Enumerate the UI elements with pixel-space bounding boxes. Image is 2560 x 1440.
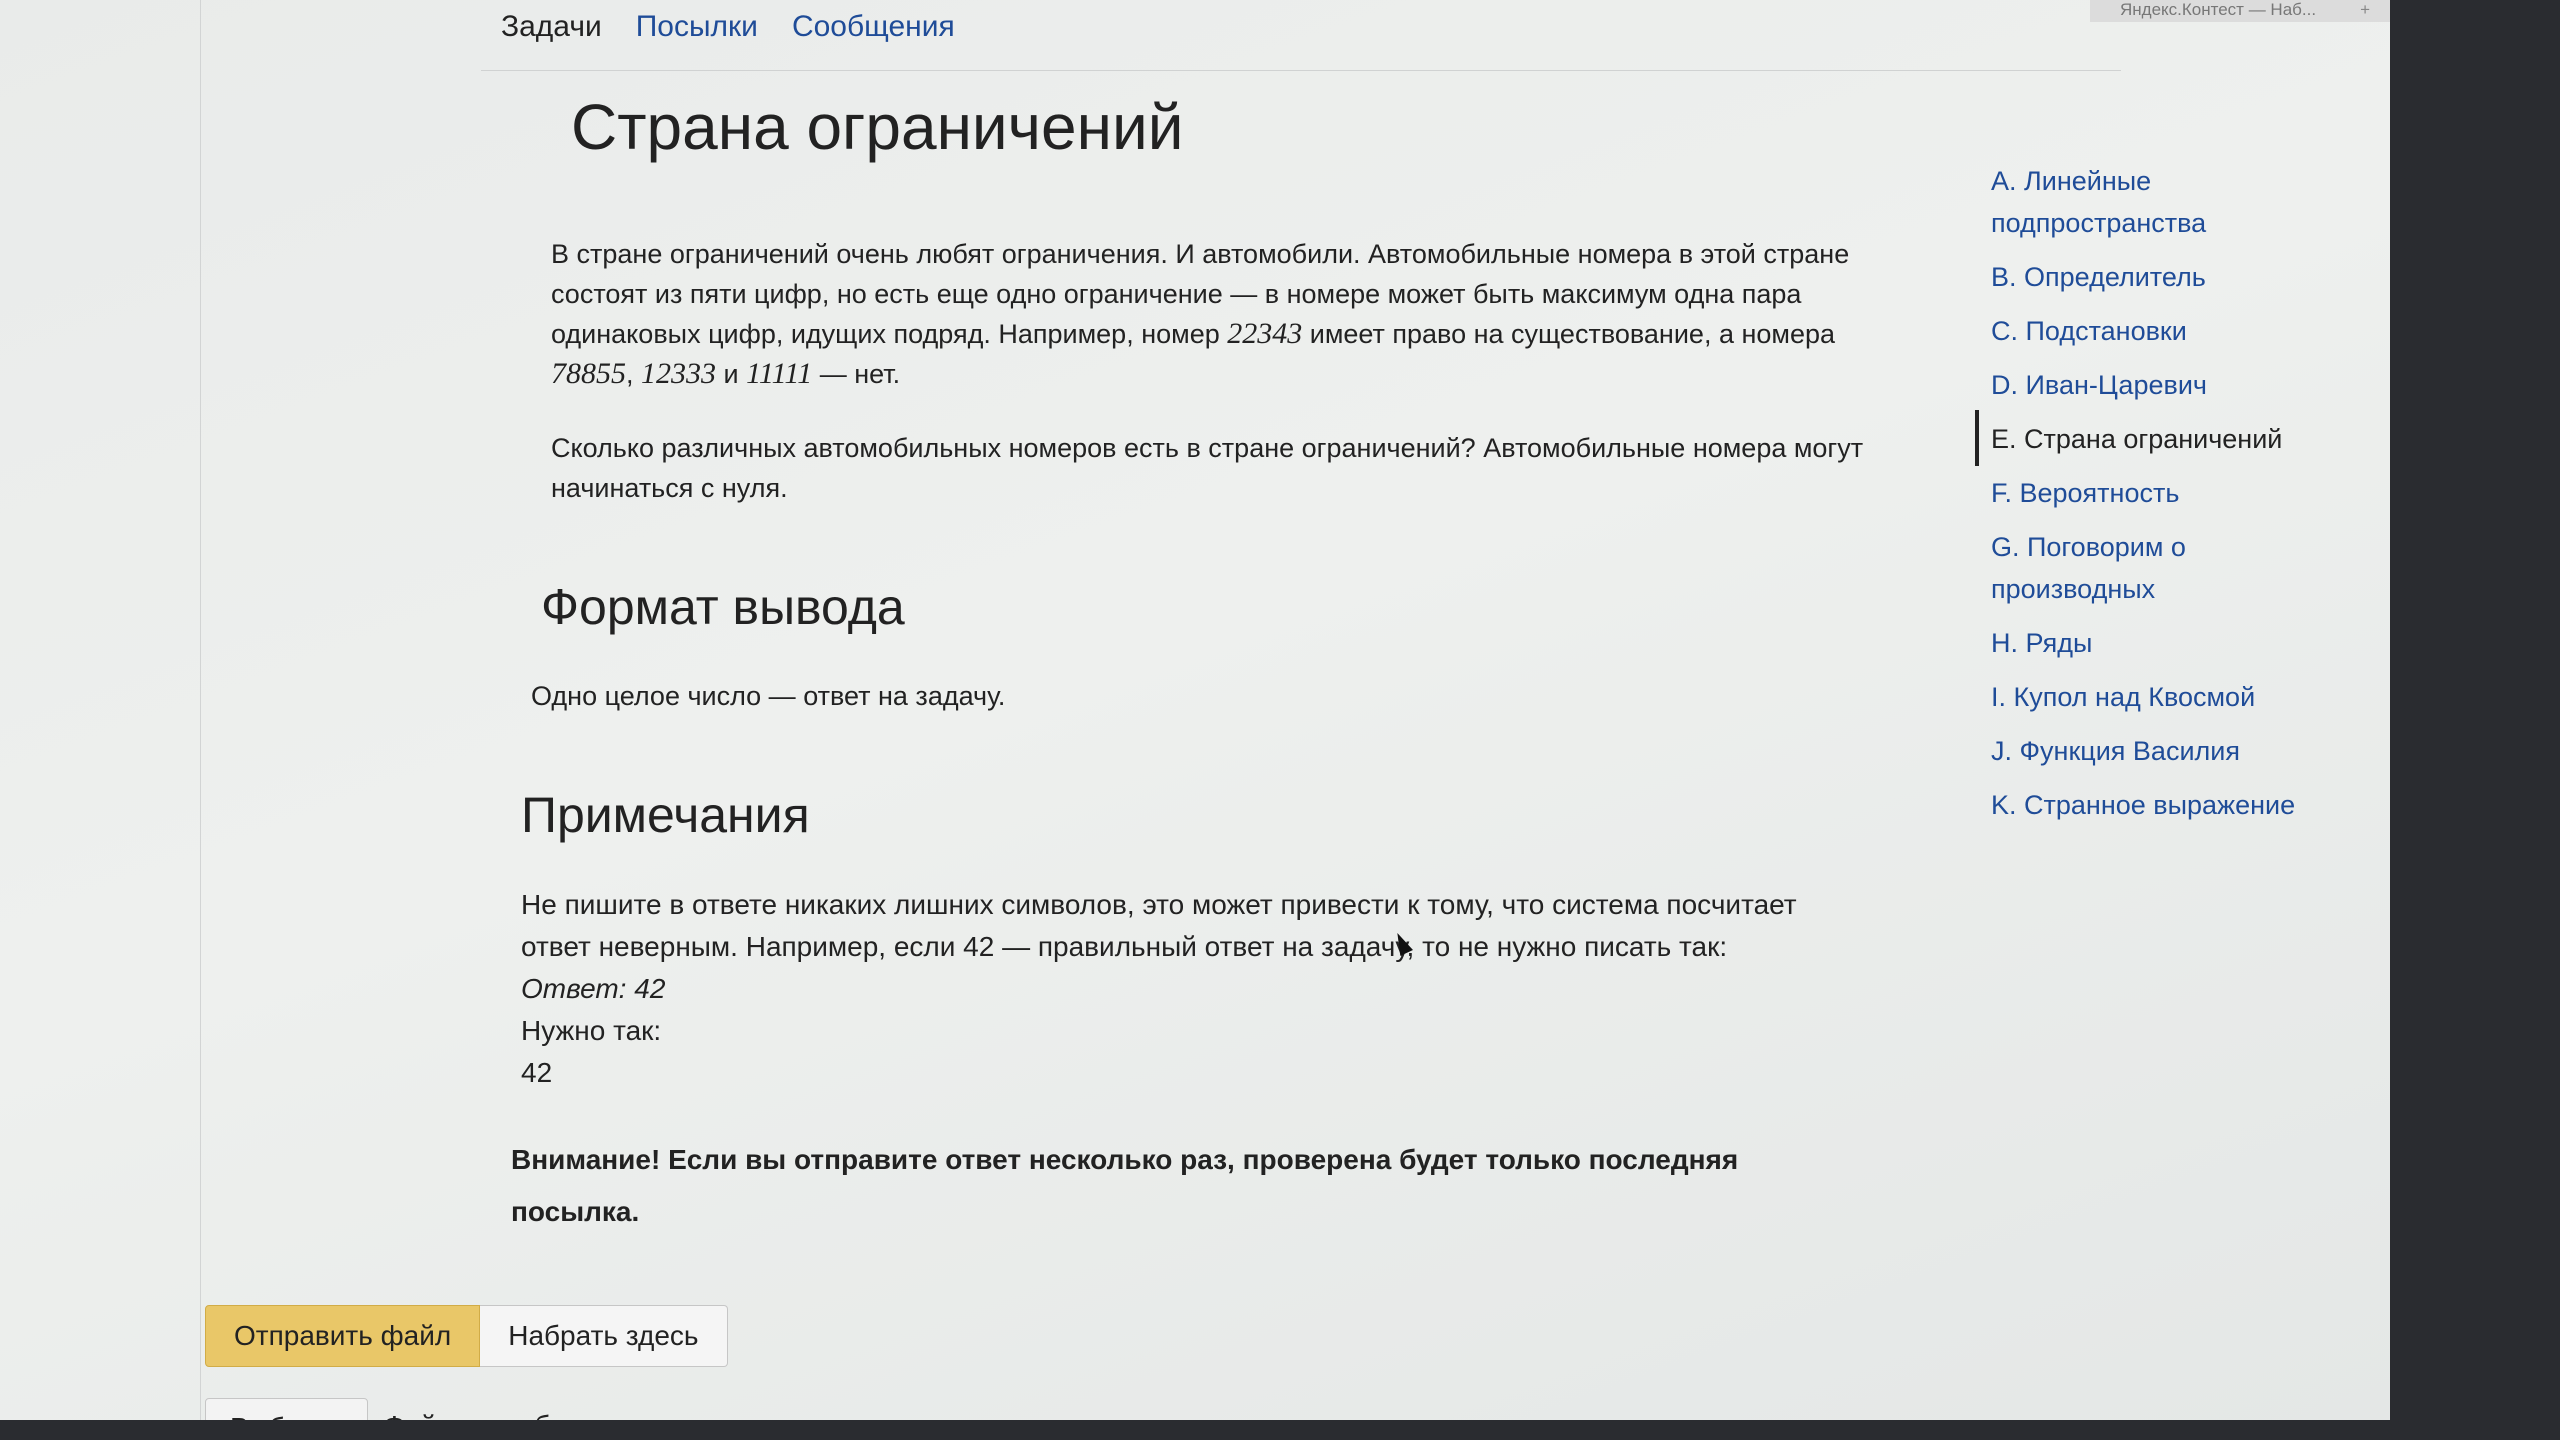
tab-messages[interactable]: Сообщения	[792, 10, 955, 44]
sidebar-item-b[interactable]: B. Определитель	[1991, 256, 2321, 298]
sidebar-item-k[interactable]: K. Странное выражение	[1991, 784, 2321, 826]
tab-problems[interactable]: Задачи	[501, 10, 602, 44]
notes-wrong-example: Ответ: 42	[521, 973, 666, 1004]
browser-tab-title: Яндекс.Контест — Наб...	[2120, 0, 2317, 19]
notes-heading: Примечания	[521, 787, 810, 843]
choose-file-button[interactable]: Выбрать	[205, 1398, 368, 1420]
sidebar-item-g[interactable]: G. Поговорим о производных	[1991, 526, 2321, 610]
example-invalid-number: 12333	[641, 357, 717, 390]
file-status-text: Файл не выбран	[384, 1410, 597, 1420]
sidebar-item-f[interactable]: F. Вероятность	[1991, 472, 2321, 514]
problem-title: Страна ограничений	[571, 91, 1184, 163]
separator-and: и	[716, 359, 747, 389]
browser-tab[interactable]: Яндекс.Контест — Наб... +	[2090, 0, 2390, 22]
warning-text: Внимание! Если вы отправите ответ нескол…	[511, 1144, 1739, 1227]
notes-need-label: Нужно так:	[521, 1015, 662, 1046]
notes-text: Не пишите в ответе никаких лишних символ…	[521, 889, 1797, 962]
type-here-button[interactable]: Набрать здесь	[480, 1305, 728, 1367]
sidebar-item-h[interactable]: H. Ряды	[1991, 622, 2321, 664]
contest-page: Задачи Посылки Сообщения Страна ограниче…	[200, 0, 2295, 1420]
submit-mode-toggle: Отправить файл Набрать здесь	[205, 1305, 728, 1367]
statement-text-b: имеет право на существование, а номера	[1302, 319, 1835, 349]
separator-comma: ,	[626, 359, 642, 389]
example-valid-number: 22343	[1227, 317, 1303, 350]
output-format-text: Одно целое число — ответ на задачу.	[531, 681, 1006, 711]
problem-content: Страна ограничений В стране ограничений …	[511, 80, 1891, 1238]
sidebar-item-j[interactable]: J. Функция Василия	[1991, 730, 2321, 772]
example-invalid-number: 78855	[551, 357, 626, 390]
sidebar-item-a[interactable]: A. Линейные подпространства	[1991, 160, 2321, 244]
problems-sidebar: A. Линейные подпространства B. Определит…	[1975, 160, 2321, 838]
notes-right-example: 42	[521, 1057, 553, 1088]
new-tab-icon[interactable]: +	[2360, 0, 2370, 20]
tab-submissions[interactable]: Посылки	[636, 10, 758, 44]
nav-divider	[481, 70, 2121, 71]
sidebar-item-d[interactable]: D. Иван-Царевич	[1991, 364, 2321, 406]
top-nav: Задачи Посылки Сообщения	[501, 10, 955, 44]
send-file-button[interactable]: Отправить файл	[205, 1305, 481, 1367]
problem-statement: В стране ограничений очень любят огранич…	[551, 234, 1891, 394]
problem-question: Сколько различных автомобильных номеров …	[551, 433, 1864, 503]
output-format-heading: Формат вывода	[541, 579, 905, 635]
example-invalid-number: 11111	[746, 357, 813, 390]
sidebar-item-c[interactable]: C. Подстановки	[1991, 310, 2321, 352]
file-picker: Выбрать Файл не выбран	[205, 1398, 597, 1420]
sidebar-item-e[interactable]: E. Страна ограничений	[1975, 410, 2321, 466]
sidebar-item-i[interactable]: I. Купол над Квосмой	[1991, 676, 2321, 718]
statement-text-c: — нет.	[812, 359, 901, 389]
browser-viewport: Яндекс.Контест — Наб... + Задачи Посылки…	[0, 0, 2390, 1420]
